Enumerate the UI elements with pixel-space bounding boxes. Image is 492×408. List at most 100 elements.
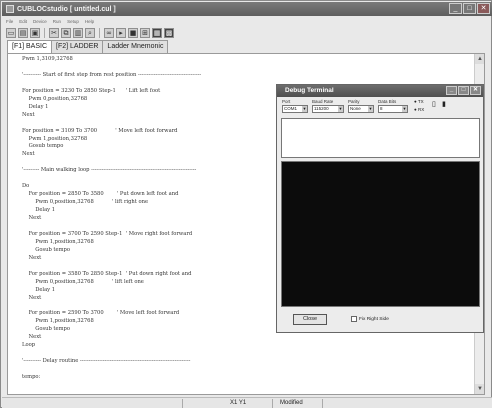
cut-icon[interactable]: ✂ xyxy=(49,27,59,38)
code-line[interactable]: Next xyxy=(22,255,42,261)
code-line[interactable]: Pwm 0,position,32768 ' lift right one xyxy=(22,199,148,205)
code-line[interactable]: For position = 2590 To 3700 ' Move left … xyxy=(22,310,180,316)
window-controls: _ □ ✕ xyxy=(449,3,490,14)
code-line[interactable]: '---------- Start of first step from res… xyxy=(22,72,201,78)
menu-help[interactable]: Help xyxy=(85,19,94,24)
code-line[interactable]: Gosub tempo xyxy=(22,326,70,332)
menu-bar: File Edit Device Run Setup Help xyxy=(2,17,492,25)
chevron-down-icon[interactable]: ▼ xyxy=(402,106,407,112)
baud-label: Baud Rate xyxy=(312,99,334,104)
tx-label: TX xyxy=(417,99,424,104)
cursor-position: X1 Y1 xyxy=(230,400,247,406)
status-divider xyxy=(322,399,323,408)
code-line[interactable]: Pwm 1,position,32768 xyxy=(22,318,94,324)
chevron-down-icon[interactable]: ▼ xyxy=(368,106,373,112)
menu-edit[interactable]: Edit xyxy=(19,19,27,24)
tab-ladder-mnemonic[interactable]: Ladder Mnemonic xyxy=(102,40,169,53)
close-button[interactable]: ✕ xyxy=(477,3,490,14)
parity-select[interactable]: None ▼ xyxy=(348,105,374,113)
code-line[interactable]: tempo: xyxy=(22,374,40,380)
code-line[interactable]: Next xyxy=(22,334,42,340)
new-file-icon[interactable]: ▭ xyxy=(6,27,16,38)
editor-tabs: [F1] BASIC [F2] LADDER Ladder Mnemonic xyxy=(7,40,169,53)
menu-run[interactable]: Run xyxy=(53,19,61,24)
parity-label: Parity xyxy=(348,99,360,104)
code-line[interactable]: Pwm 1,position,32768 xyxy=(22,239,94,245)
status-bar: X1 Y1 Modified xyxy=(2,397,492,408)
title-bar: CUBLOCstudio [ untitled.cul ] _ □ ✕ xyxy=(2,2,492,16)
monitor-icon[interactable]: ▦ xyxy=(152,27,162,38)
code-line[interactable]: For position = 2850 To 3580 ' Put down l… xyxy=(22,191,179,197)
code-line[interactable]: Gosub tempo xyxy=(22,143,64,149)
ladder-icon[interactable]: ⊞ xyxy=(140,27,150,38)
code-line[interactable]: For position = 3230 To 2850 Step-1 ' Lif… xyxy=(22,88,160,94)
open-folder-icon[interactable]: ▤ xyxy=(18,27,28,38)
code-line[interactable]: Delay 1 xyxy=(22,207,55,213)
scroll-down-icon[interactable]: ▼ xyxy=(475,384,484,394)
debug-minimize-icon[interactable]: _ xyxy=(446,86,457,95)
paste-icon[interactable]: ▥ xyxy=(73,27,83,38)
stop-icon[interactable]: ■ xyxy=(128,27,138,38)
fix-right-side-checkbox[interactable]: Fix Right Side xyxy=(351,316,389,322)
code-line[interactable]: '---------- Delay routine --------------… xyxy=(22,358,190,364)
debug-close-icon[interactable]: ✕ xyxy=(470,86,481,95)
code-line[interactable]: Pwm 0,position,32768 ' lift left one xyxy=(22,279,144,285)
databits-select[interactable]: 8 ▼ xyxy=(378,105,408,113)
code-line[interactable]: Delay 1 xyxy=(22,287,55,293)
code-line[interactable]: Next xyxy=(22,295,42,301)
checkbox-box[interactable] xyxy=(351,316,357,322)
maximize-button[interactable]: □ xyxy=(463,3,476,14)
tx-radio[interactable]: ● TX xyxy=(414,99,424,104)
code-line[interactable]: For position = 3109 To 3700 ' Move left … xyxy=(22,128,178,134)
code-line[interactable]: Delay 1 xyxy=(22,104,49,110)
grid-icon[interactable]: ▩ xyxy=(164,27,174,38)
scroll-up-icon[interactable]: ▲ xyxy=(475,54,484,64)
binoculars-icon[interactable]: ∞ xyxy=(104,27,114,38)
menu-file[interactable]: File xyxy=(6,19,13,24)
code-line[interactable]: Next xyxy=(22,151,35,157)
debug-send-area[interactable] xyxy=(281,118,480,158)
code-line[interactable]: Next xyxy=(22,215,42,221)
code-line[interactable]: '--------- Main walking loop -----------… xyxy=(22,167,196,173)
toolbar-separator xyxy=(99,27,100,38)
tab-basic[interactable]: [F1] BASIC xyxy=(7,40,53,53)
menu-setup[interactable]: Setup xyxy=(67,19,79,24)
run-icon[interactable]: ▸ xyxy=(116,27,126,38)
code-line[interactable]: For position = 3700 To 2590 Step-1 ' Mov… xyxy=(22,231,193,237)
debug-receive-area[interactable] xyxy=(281,161,480,307)
code-line[interactable]: Loop xyxy=(22,342,35,348)
chevron-down-icon[interactable]: ▼ xyxy=(338,106,343,112)
find-icon[interactable]: ⌕ xyxy=(85,27,95,38)
menu-device[interactable]: Device xyxy=(33,19,47,24)
toolbar: ▭ ▤ ▣ ✂ ⧉ ▥ ⌕ ∞ ▸ ■ ⊞ ▦ ▩ xyxy=(2,26,492,39)
app-icon xyxy=(6,5,14,13)
code-line[interactable]: Pwm 0,position,32768 xyxy=(22,96,88,102)
rx-radio[interactable]: ● RX xyxy=(414,107,424,112)
window-title: CUBLOCstudio [ untitled.cul ] xyxy=(17,5,116,13)
chevron-down-icon[interactable]: ▼ xyxy=(302,106,307,112)
port-select[interactable]: COM1 ▼ xyxy=(282,105,308,113)
baud-value: 115200 xyxy=(314,106,329,111)
clear-icon[interactable]: ▯ xyxy=(432,100,436,108)
rx-label: RX xyxy=(417,107,425,112)
baud-select[interactable]: 115200 ▼ xyxy=(312,105,344,113)
tab-ladder[interactable]: [F2] LADDER xyxy=(51,40,104,53)
copy-icon[interactable]: ⧉ xyxy=(61,27,71,38)
modified-status: Modified xyxy=(280,400,303,406)
debug-restore-icon[interactable]: □ xyxy=(458,86,469,95)
debug-title: Debug Terminal xyxy=(285,87,334,94)
debug-title-bar: Debug Terminal _ □ ✕ xyxy=(277,85,483,97)
code-line[interactable]: Pwm 1,position,32768 xyxy=(22,136,88,142)
debug-close-button[interactable]: Close xyxy=(293,314,327,325)
code-line[interactable]: Do xyxy=(22,183,29,189)
stop-log-icon[interactable]: ▮ xyxy=(442,100,446,108)
save-icon[interactable]: ▣ xyxy=(30,27,40,38)
code-line[interactable]: Pwm 1,3109,32768 xyxy=(22,56,73,62)
code-line[interactable]: Next xyxy=(22,112,35,118)
parity-value: None xyxy=(350,106,361,111)
code-line[interactable]: For position = 3580 To 2850 Step-1 ' Put… xyxy=(22,271,192,277)
fix-right-side-label: Fix Right Side xyxy=(359,316,389,322)
minimize-button[interactable]: _ xyxy=(449,3,462,14)
code-line[interactable]: Gosub tempo xyxy=(22,247,70,253)
toolbar-separator xyxy=(44,27,45,38)
